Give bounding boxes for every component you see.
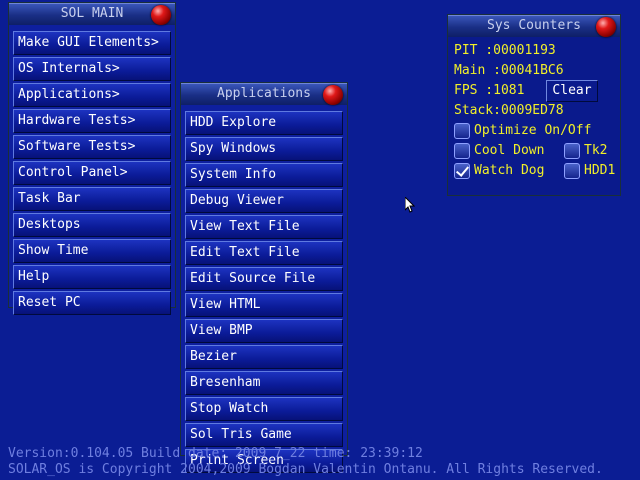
sys-counters-window: Sys Counters PIT :00001193 Main :00041BC… [447, 14, 621, 196]
menu-item-help[interactable]: Help [13, 265, 171, 289]
fps-value: 1081 [493, 83, 525, 98]
optimize-checkbox[interactable] [454, 122, 470, 139]
fps-label: FPS : [454, 83, 494, 98]
version-line: Version:0.104.05 Build date: 2009_7_22 t… [8, 446, 423, 461]
sol-main-title: SOL MAIN [60, 6, 124, 21]
menu-item-os-internals[interactable]: OS Internals> [13, 57, 171, 81]
app-item-stop-watch[interactable]: Stop Watch [185, 397, 343, 421]
applications-titlebar[interactable]: Applications [181, 83, 347, 105]
menu-item-desktops[interactable]: Desktops [13, 213, 171, 237]
hdd1-label: HDD1 [584, 163, 616, 178]
stack-value: 0009ED78 [500, 103, 564, 118]
app-item-debug-viewer[interactable]: Debug Viewer [185, 189, 343, 213]
menu-item-software-tests[interactable]: Software Tests> [13, 135, 171, 159]
app-item-bresenham[interactable]: Bresenham [185, 371, 343, 395]
app-item-bezier[interactable]: Bezier [185, 345, 343, 369]
stack-counter: Stack:0009ED78 [454, 101, 614, 121]
optimize-row: Optimize On/Off [454, 121, 614, 141]
menu-item-control-panel[interactable]: Control Panel> [13, 161, 171, 185]
sys-counters-titlebar[interactable]: Sys Counters [448, 15, 620, 37]
menu-item-task-bar[interactable]: Task Bar [13, 187, 171, 211]
watch-dog-row: Watch Dog HDD1 [454, 161, 615, 181]
tk2-label: Tk2 [584, 143, 608, 158]
main-label: Main : [454, 63, 501, 78]
hdd1-group: HDD1 [564, 161, 615, 181]
pit-value: 00001193 [493, 43, 556, 58]
close-ball-icon[interactable] [596, 17, 616, 37]
tk2-checkbox[interactable] [564, 142, 580, 159]
clear-button[interactable]: Clear [546, 80, 598, 102]
app-item-edit-source-file[interactable]: Edit Source File [185, 267, 343, 291]
menu-item-show-time[interactable]: Show Time [13, 239, 171, 263]
tk2-group: Tk2 [564, 141, 607, 161]
sol-main-titlebar[interactable]: SOL MAIN [9, 3, 175, 25]
cool-down-label: Cool Down [474, 143, 545, 158]
sys-counters-body: PIT :00001193 Main :00041BC6 FPS :1081 C… [448, 37, 620, 185]
sol-main-menu: Make GUI Elements> OS Internals> Applica… [9, 25, 175, 321]
hdd1-checkbox[interactable] [564, 162, 580, 179]
menu-item-make-gui-elements[interactable]: Make GUI Elements> [13, 31, 171, 55]
cool-down-checkbox[interactable] [454, 142, 470, 159]
fps-counter: FPS :1081 Clear [454, 80, 614, 102]
watch-dog-label: Watch Dog [474, 163, 545, 178]
pit-label: PIT : [454, 43, 494, 58]
applications-window: Applications HDD Explore Spy Windows Sys… [180, 82, 348, 473]
close-ball-icon[interactable] [323, 85, 343, 105]
close-ball-icon[interactable] [151, 5, 171, 25]
sys-counters-title: Sys Counters [487, 18, 581, 33]
main-value: 00041BC6 [500, 63, 564, 78]
menu-item-hardware-tests[interactable]: Hardware Tests> [13, 109, 171, 133]
cool-down-row: Cool Down Tk2 [454, 141, 614, 161]
app-item-view-text-file[interactable]: View Text File [185, 215, 343, 239]
main-counter: Main :00041BC6 [454, 61, 614, 81]
applications-title: Applications [217, 86, 311, 101]
app-item-edit-text-file[interactable]: Edit Text File [185, 241, 343, 265]
watch-dog-checkbox[interactable] [454, 162, 470, 179]
menu-item-applications[interactable]: Applications> [13, 83, 171, 107]
app-item-hdd-explore[interactable]: HDD Explore [185, 111, 343, 135]
sol-main-window: SOL MAIN Make GUI Elements> OS Internals… [8, 2, 176, 315]
copyright-line: SOLAR_OS is Copyright 2004,2009 Bogdan V… [8, 462, 603, 477]
stack-label: Stack: [454, 103, 501, 118]
optimize-label: Optimize On/Off [474, 123, 592, 138]
menu-item-reset-pc[interactable]: Reset PC [13, 291, 171, 315]
app-item-view-bmp[interactable]: View BMP [185, 319, 343, 343]
app-item-view-html[interactable]: View HTML [185, 293, 343, 317]
applications-menu: HDD Explore Spy Windows System Info Debu… [181, 105, 347, 479]
app-item-sol-tris-game[interactable]: Sol Tris Game [185, 423, 343, 447]
mouse-pointer-icon [405, 197, 415, 213]
pit-counter: PIT :00001193 [454, 41, 614, 61]
app-item-spy-windows[interactable]: Spy Windows [185, 137, 343, 161]
app-item-system-info[interactable]: System Info [185, 163, 343, 187]
